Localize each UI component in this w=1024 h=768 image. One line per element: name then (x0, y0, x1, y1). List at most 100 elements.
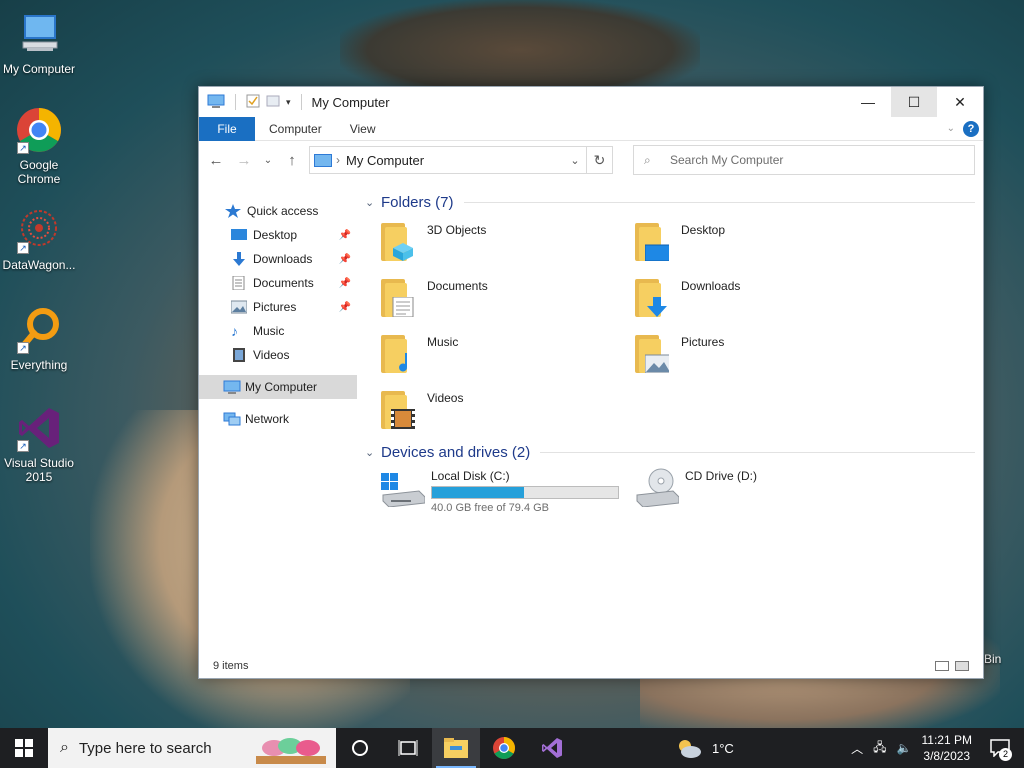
nav-label: Videos (253, 348, 290, 362)
quick-access-toolbar: ▾ (207, 94, 306, 111)
back-arrow-icon[interactable]: ← (205, 152, 227, 169)
title-bar[interactable]: ▾ My Computer — ☐ ✕ (199, 87, 983, 117)
refresh-icon[interactable]: ↻ (586, 147, 612, 173)
tab-file[interactable]: File (199, 116, 255, 141)
pin-icon: 📌 (338, 301, 351, 313)
nav-label: Quick access (247, 204, 319, 218)
up-arrow-icon[interactable]: ↑ (281, 152, 303, 169)
folders-group-header[interactable]: ⌄ Folders (7) (365, 189, 975, 215)
volume-icon[interactable]: 🔈 (897, 741, 912, 755)
minimize-button[interactable]: — (845, 87, 891, 117)
nav-label: Documents (253, 276, 314, 290)
pin-icon: 📌 (338, 229, 351, 241)
large-icons-view-icon[interactable] (955, 661, 969, 671)
chevron-up-icon[interactable]: ︿ (851, 740, 863, 757)
clock[interactable]: 11:21 PM 3/8/2023 (922, 732, 972, 764)
item-count: 9 items (213, 660, 249, 672)
recycle-bin-label[interactable]: Bin (984, 652, 1001, 666)
maximize-button[interactable]: ☐ (891, 87, 937, 117)
nav-label: Desktop (253, 228, 298, 242)
help-icon[interactable]: ? (963, 120, 979, 137)
nav-my-computer[interactable]: My Computer (199, 375, 357, 399)
nav-quick-access[interactable]: Quick access (199, 199, 357, 223)
taskbar-search-box[interactable]: ⌕ Type here to search (48, 728, 336, 768)
new-folder-icon[interactable] (266, 94, 280, 111)
desktop-icon-label: Visual Studio 2015 (4, 456, 74, 484)
close-button[interactable]: ✕ (937, 87, 983, 117)
shortcut-arrow-icon: ↗ (17, 342, 29, 354)
chrome-icon (493, 737, 515, 759)
start-button[interactable] (0, 728, 48, 768)
chevron-down-icon[interactable]: ⌄ (564, 154, 586, 167)
task-view-button[interactable] (384, 728, 432, 768)
properties-icon[interactable] (246, 94, 260, 111)
cloudy-night-icon (679, 740, 701, 758)
cortana-button[interactable] (336, 728, 384, 768)
nav-desktop[interactable]: Desktop 📌 (199, 223, 357, 247)
folder-downloads[interactable]: Downloads (619, 271, 873, 327)
nav-music[interactable]: ♪ Music (199, 319, 357, 343)
taskbar-visual-studio[interactable] (528, 728, 576, 768)
explorer-window: ▾ My Computer — ☐ ✕ File Computer View ⌄… (198, 86, 984, 679)
desktop-icon-everything[interactable]: ↗ Everything (0, 306, 78, 372)
details-view-icon[interactable] (935, 661, 949, 671)
nav-documents[interactable]: Documents 📌 (199, 271, 357, 295)
desktop-folder-icon (635, 219, 675, 263)
nav-label: Music (253, 324, 285, 338)
desktop-icon-label: My Computer (2, 62, 76, 76)
folder-music[interactable]: Music (365, 327, 619, 383)
folder-3d-objects[interactable]: 3D Objects (365, 215, 619, 271)
folder-label: Videos (427, 391, 464, 405)
folder-label: Downloads (681, 279, 741, 293)
taskbar-file-explorer[interactable] (432, 728, 480, 768)
tab-computer[interactable]: Computer (255, 117, 336, 141)
everything-search-icon: ↗ (15, 306, 63, 354)
drive-tiles: Local Disk (C:) 40.0 GB free of 79.4 GB … (365, 465, 975, 523)
recent-locations-icon[interactable]: ⌄ (261, 155, 275, 166)
taskbar-chrome[interactable] (480, 728, 528, 768)
shortcut-arrow-icon: ↗ (17, 142, 29, 154)
folder-desktop[interactable]: Desktop (619, 215, 873, 271)
breadcrumb[interactable]: My Computer (346, 153, 424, 168)
chevron-down-icon: ⌄ (365, 446, 375, 459)
desktop-icon-label: Google Chrome (17, 158, 61, 186)
star-icon (225, 204, 241, 218)
nav-pictures[interactable]: Pictures 📌 (199, 295, 357, 319)
folder-label: Desktop (681, 223, 726, 237)
nav-downloads[interactable]: Downloads 📌 (199, 247, 357, 271)
computer-icon (314, 153, 332, 167)
desktop-icon-visual-studio[interactable]: ↗ Visual Studio 2015 (0, 404, 78, 484)
search-input[interactable]: ⌕ Search My Computer (633, 145, 975, 175)
drive-label: Local Disk (C:) (431, 469, 510, 483)
drive-local-disk-c[interactable]: Local Disk (C:) 40.0 GB free of 79.4 GB (365, 465, 619, 523)
folder-documents[interactable]: Documents (365, 271, 619, 327)
folder-videos[interactable]: Videos (365, 383, 619, 439)
pin-icon: 📌 (338, 253, 351, 265)
folder-label: Pictures (681, 335, 725, 349)
address-bar[interactable]: › My Computer ⌄ ↻ (309, 146, 613, 174)
visual-studio-icon (542, 738, 562, 758)
drive-cd-d[interactable]: CD Drive (D:) (619, 465, 873, 523)
3d-objects-folder-icon (381, 219, 421, 263)
nav-videos[interactable]: Videos (199, 343, 357, 367)
expand-ribbon-icon[interactable]: ⌄ (947, 123, 955, 134)
ribbon-tabs: File Computer View ⌄ ? (199, 116, 983, 141)
chrome-icon: ↗ (15, 106, 63, 154)
drive-label: CD Drive (D:) (685, 469, 757, 483)
forward-arrow-icon[interactable]: → (233, 152, 255, 169)
content-area: ⌄ Folders (7) 3D Objects Desktop Documen… (359, 179, 975, 654)
notification-center-button[interactable]: 2 (982, 728, 1018, 768)
tab-view[interactable]: View (336, 117, 390, 141)
folder-tiles: 3D Objects Desktop Documents Downloads M… (365, 215, 975, 439)
folder-pictures[interactable]: Pictures (619, 327, 873, 383)
network-status-icon[interactable]: 🖧 (873, 738, 886, 759)
downloads-folder-icon (635, 275, 675, 319)
desktop-icon-my-computer[interactable]: My Computer (0, 10, 78, 76)
weather-widget[interactable]: 1°C (676, 738, 734, 758)
customize-qat-icon[interactable]: ▾ (286, 97, 291, 108)
devices-group-header[interactable]: ⌄ Devices and drives (2) (365, 439, 975, 465)
nav-network[interactable]: Network (199, 407, 357, 431)
videos-folder-icon (381, 387, 421, 431)
desktop-icon-chrome[interactable]: ↗ Google Chrome (0, 106, 78, 186)
desktop-icon-datawagon[interactable]: ↗ DataWagon... (0, 206, 78, 272)
